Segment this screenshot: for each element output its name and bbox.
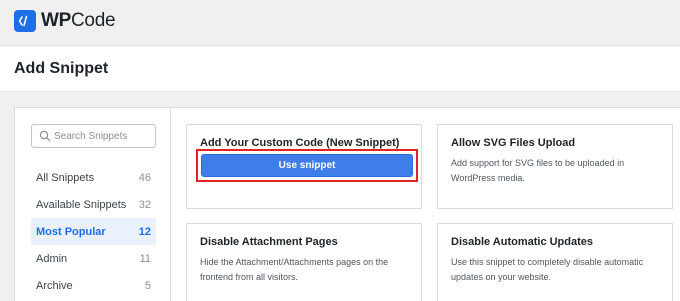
search-icon	[39, 130, 51, 142]
card-title: Allow SVG Files Upload	[451, 137, 576, 149]
card-description: Add support for SVG files to be uploaded…	[451, 158, 625, 183]
snippet-card-disable-attachment-pages[interactable]: Disable Attachment Pages Hide the Attach…	[186, 223, 422, 301]
card-title: Disable Automatic Updates	[451, 236, 594, 248]
title-bar: Add Snippet	[0, 47, 680, 92]
search-input[interactable]	[54, 125, 154, 147]
wpcode-logo-icon	[14, 10, 36, 32]
use-snippet-button[interactable]: Use snippet	[201, 154, 413, 177]
sidebar-item-label: Admin	[36, 252, 68, 265]
category-list: All Snippets 46 Available Snippets 32 Mo…	[31, 164, 156, 299]
card-title: Disable Attachment Pages	[200, 236, 338, 248]
sidebar-item-label: All Snippets	[36, 171, 95, 184]
logo-text: WPCode	[41, 10, 116, 32]
sidebar-item-count: 32	[138, 198, 151, 211]
snippet-card-svg-upload[interactable]: Allow SVG Files Upload Add support for S…	[437, 124, 673, 209]
sidebar-item-most-popular[interactable]: Most Popular 12	[31, 218, 156, 245]
category-sidebar: All Snippets 46 Available Snippets 32 Mo…	[15, 108, 171, 301]
card-title: Add Your Custom Code (New Snippet)	[200, 137, 400, 149]
sidebar-item-count: 11	[139, 252, 151, 265]
sidebar-item-admin[interactable]: Admin 11	[31, 245, 156, 272]
snippet-card-custom-code: Add Your Custom Code (New Snippet) Use s…	[186, 124, 422, 209]
sidebar-item-all-snippets[interactable]: All Snippets 46	[31, 164, 156, 191]
sidebar-item-label: Available Snippets	[36, 198, 127, 211]
top-bar: WPCode	[0, 0, 680, 46]
sidebar-item-count: 5	[144, 279, 151, 292]
sidebar-item-count: 12	[138, 225, 151, 238]
highlight-outline: Use snippet	[196, 149, 418, 182]
sidebar-item-count: 46	[138, 171, 151, 184]
search-box[interactable]	[31, 124, 156, 148]
sidebar-item-label: Archive	[36, 279, 73, 292]
logo-text-light: Code	[71, 10, 116, 31]
card-description: Hide the Attachment/Attachments pages on…	[200, 257, 389, 282]
sidebar-item-label: Most Popular	[36, 225, 106, 238]
sidebar-item-archive[interactable]: Archive 5	[31, 272, 156, 299]
snippet-library-panel: All Snippets 46 Available Snippets 32 Mo…	[14, 107, 680, 301]
snippet-card-disable-automatic-updates[interactable]: Disable Automatic Updates Use this snipp…	[437, 223, 673, 301]
card-description: Use this snippet to completely disable a…	[451, 257, 644, 282]
wpcode-logo[interactable]: WPCode	[14, 10, 116, 32]
logo-text-bold: WP	[41, 10, 72, 31]
page-title: Add Snippet	[14, 60, 109, 77]
sidebar-item-available-snippets[interactable]: Available Snippets 32	[31, 191, 156, 218]
